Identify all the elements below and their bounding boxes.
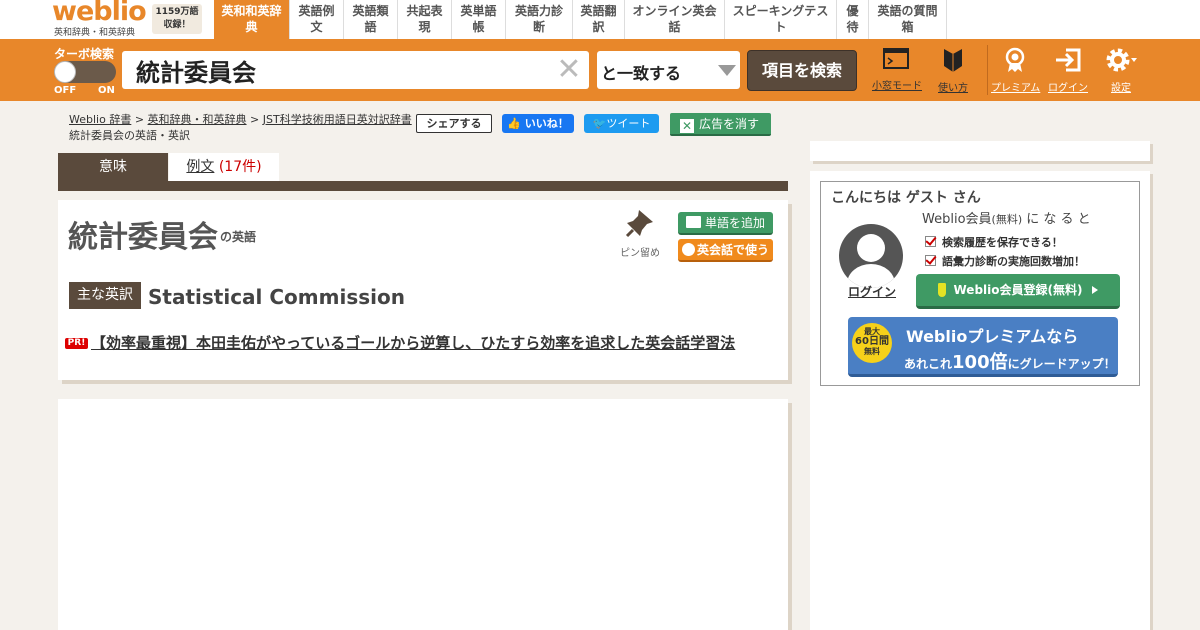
tweet-button[interactable]: 🐦ツイート bbox=[584, 114, 659, 133]
nav-tab-diagnosis[interactable]: 英語力診断 bbox=[506, 0, 573, 39]
hide-ads-button[interactable]: ✕ 広告を消す bbox=[670, 113, 771, 136]
free-trial-badge: 最大 60日間 無料 bbox=[852, 323, 892, 363]
search-button[interactable]: 項目を検索 bbox=[747, 50, 857, 91]
benefit-history: 検索履歴を保存できる！ bbox=[925, 234, 1063, 250]
thumbs-up-icon: 👍 bbox=[507, 117, 521, 130]
turbo-search-label: ターボ検索 bbox=[54, 47, 115, 61]
main-translation-badge: 主な英訳 bbox=[69, 282, 141, 309]
nav-tab-examples[interactable]: 英語例文 bbox=[290, 0, 344, 39]
chevron-down-icon bbox=[718, 65, 736, 76]
nav-tab-speaking-test[interactable]: スピーキングテスト bbox=[725, 0, 837, 39]
breadcrumb-jst[interactable]: JST科学技術用語日英対訳辞書 bbox=[263, 113, 412, 126]
nav-tab-online-eikaiwa[interactable]: オンライン英会話 bbox=[625, 0, 725, 39]
breadcrumb: Weblio 辞書 > 英和辞典・和英辞典 > JST科学技術用語日英対訳辞書 … bbox=[69, 113, 424, 126]
sidebar-login-link[interactable]: ログイン bbox=[848, 283, 896, 300]
benefit-diagnosis: 語彙力診断の実施回数増加！ bbox=[925, 253, 1085, 269]
main-translation: Statistical Commission bbox=[148, 285, 405, 309]
sidebar-top-strip bbox=[810, 141, 1150, 161]
checkbox-icon bbox=[925, 236, 936, 247]
nav-tab-collocations[interactable]: 共起表現 bbox=[398, 0, 452, 39]
turbo-on-label: ON bbox=[98, 85, 115, 96]
medal-icon bbox=[1005, 47, 1025, 72]
match-mode-value: と一致する bbox=[601, 64, 682, 83]
nav-tab-translation[interactable]: 英語翻訳 bbox=[573, 0, 625, 39]
nav-tab-benefits[interactable]: 優待 bbox=[837, 0, 869, 39]
add-word-button[interactable]: 単語を追加 bbox=[678, 212, 773, 235]
nav-tab-synonyms[interactable]: 英語類語 bbox=[344, 0, 398, 39]
word-count-badge: 1159万語 収録！ bbox=[152, 4, 202, 34]
search-box: ✕ bbox=[122, 51, 589, 89]
main-nav: 英和和英辞典 英語例文 英語類語 共起表現 英単語帳 英語力診断 英語翻訳 オン… bbox=[214, 0, 947, 39]
tab-examples[interactable]: 例文 (17件) bbox=[169, 153, 279, 181]
headword: 統計委員会 bbox=[68, 220, 218, 255]
login-icon bbox=[1056, 48, 1081, 72]
headword-suffix: の英語 bbox=[220, 230, 257, 244]
play-arrow-icon bbox=[1092, 286, 1099, 294]
avatar bbox=[839, 224, 903, 288]
pushpin-icon bbox=[625, 210, 653, 238]
facebook-like-button[interactable]: 👍 いいね！ bbox=[502, 114, 574, 133]
breadcrumb-current: 統計委員会の英語・英訳 bbox=[69, 129, 190, 142]
checkbox-icon bbox=[925, 255, 936, 266]
window-icon bbox=[883, 48, 909, 69]
close-icon: ✕ bbox=[680, 119, 694, 133]
breadcrumb-eiwa-waei[interactable]: 英和辞典・和英辞典 bbox=[148, 113, 247, 126]
tab-underline bbox=[58, 181, 788, 191]
beginner-leaf-icon bbox=[937, 283, 946, 297]
speech-bubble-icon bbox=[682, 243, 695, 256]
howto-button[interactable]: 使い方 bbox=[934, 47, 972, 94]
logo-wordmark: weblio bbox=[52, 0, 147, 27]
header-separator bbox=[987, 45, 988, 95]
toggle-knob bbox=[54, 61, 76, 83]
kotai-mode-button[interactable]: 小窓モード bbox=[872, 47, 922, 92]
book-icon bbox=[686, 216, 701, 228]
entry-card: 統計委員会 の英語 ピン留め 単語を追加 英会話で使う 主な英訳 Statist… bbox=[58, 200, 788, 380]
use-in-eikaiwa-button[interactable]: 英会話で使う bbox=[678, 239, 773, 262]
gear-icon bbox=[1106, 48, 1137, 72]
login-button[interactable]: ログイン bbox=[1046, 47, 1090, 94]
logo-subtitle: 英和辞典・和英辞典 bbox=[54, 28, 136, 38]
top-bar: weblio 英和辞典・和英辞典 1159万語 収録！ 英和和英辞典 英語例文 … bbox=[0, 0, 1200, 39]
guest-greeting: こんにちは ゲスト さん bbox=[831, 190, 981, 206]
settings-button[interactable]: 設定 bbox=[1102, 47, 1140, 94]
pr-ad-link[interactable]: 【効率最重視】本田圭佑がやっているゴールから逆算し、ひたすら効率を追求した英会話… bbox=[91, 332, 735, 353]
search-band: ターボ検索 OFF ON ✕ と一致する 項目を検索 小窓モード 使い方 プレミ… bbox=[0, 39, 1200, 101]
twitter-bird-icon: 🐦 bbox=[592, 117, 607, 130]
register-member-button[interactable]: Weblio会員登録(無料) bbox=[916, 274, 1120, 309]
nav-tab-question-box[interactable]: 英語の質問箱 bbox=[869, 0, 947, 39]
breadcrumb-weblio[interactable]: Weblio 辞書 bbox=[69, 113, 131, 126]
nav-tab-eiwa-waei[interactable]: 英和和英辞典 bbox=[214, 0, 290, 39]
turbo-off-label: OFF bbox=[54, 85, 77, 96]
nav-tab-wordbook[interactable]: 英単語帳 bbox=[452, 0, 506, 39]
tab-meaning[interactable]: 意味 bbox=[58, 153, 168, 181]
share-button[interactable]: シェアする bbox=[416, 114, 492, 133]
ad-area bbox=[58, 399, 788, 630]
clear-icon[interactable]: ✕ bbox=[555, 55, 583, 85]
pr-badge: PR! bbox=[65, 338, 88, 349]
pin-button[interactable]: ピン留め bbox=[618, 208, 662, 259]
premium-button[interactable]: プレミアム bbox=[991, 47, 1040, 94]
premium-banner[interactable]: 最大 60日間 無料 Weblioプレミアムなら あれこれ100倍にグレードアップ！ bbox=[848, 317, 1118, 377]
member-lead: Weblio会員(無料) に な る と bbox=[922, 212, 1091, 227]
beginner-mark-icon bbox=[944, 49, 962, 72]
weblio-logo[interactable]: weblio 英和辞典・和英辞典 bbox=[52, 0, 152, 39]
search-input[interactable] bbox=[136, 55, 546, 85]
match-mode-select[interactable]: と一致する bbox=[597, 51, 740, 89]
guest-welcome-box: こんにちは ゲスト さん Weblio会員(無料) に な る と ログイン 検… bbox=[820, 181, 1140, 386]
examples-count: (17件) bbox=[218, 159, 262, 175]
turbo-search-toggle[interactable] bbox=[54, 61, 116, 83]
